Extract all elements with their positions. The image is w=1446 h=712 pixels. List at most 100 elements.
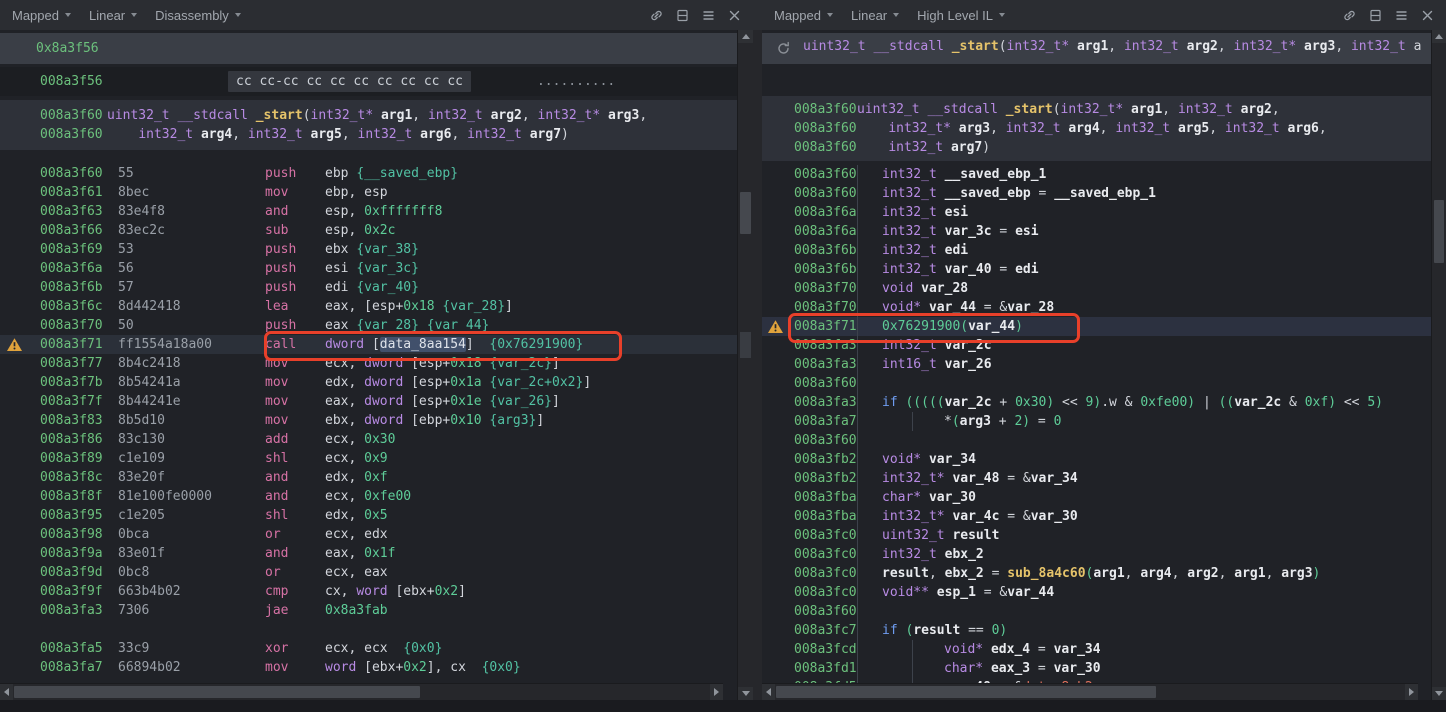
- view-mode-dropdown[interactable]: Mapped: [762, 8, 842, 23]
- scroll-down-arrow[interactable]: [738, 687, 753, 700]
- hlil-row[interactable]: 008a3fa3if (((((var_2c + 0x30) << 9).w &…: [762, 393, 1432, 412]
- hlil-row[interactable]: 008a3fa7*(arg3 + 2) = 0: [762, 412, 1432, 431]
- disassembly-row[interactable]: 008a3f71ff1554a18a00calldword [data_8aa1…: [0, 335, 738, 354]
- scrollbar-thumb[interactable]: [1434, 200, 1444, 263]
- sticky-function-header[interactable]: uint32_t __stdcall _start(int32_t* arg1,…: [762, 33, 1432, 64]
- split-view-icon[interactable]: [673, 6, 691, 24]
- disassembly-row[interactable]: 008a3f9d0bc8orecx, eax: [0, 563, 738, 582]
- disassembly-row[interactable]: 008a3f980bcaorecx, edx: [0, 525, 738, 544]
- disassembly-row[interactable]: [0, 620, 738, 639]
- hlil-row[interactable]: 008a3f70void var_28: [762, 279, 1432, 298]
- disassembly-row[interactable]: 008a3f8f81e100fe0000andecx, 0xfe00: [0, 487, 738, 506]
- disassembly-row[interactable]: 008a3f6c8d442418leaeax, [esp+0x18 {var_2…: [0, 297, 738, 316]
- hex-bytes-row[interactable]: 008a3f56 cc cc-cc cc cc cc cc cc cc cc .…: [0, 67, 738, 96]
- hlil-row[interactable]: 008a3fbachar* var_30: [762, 488, 1432, 507]
- hlil-row[interactable]: 008a3f60: [762, 431, 1432, 450]
- scroll-up-arrow[interactable]: [1432, 30, 1446, 43]
- disassembly-row[interactable]: 008a3f8c83e20fandedx, 0xf: [0, 468, 738, 487]
- layout-dropdown[interactable]: Linear: [842, 8, 908, 23]
- disassembly-row[interactable]: 008a3fa766894b02movword [ebx+0x2], cx {0…: [0, 658, 738, 677]
- disassembly-row[interactable]: 008a3f60 int32_t arg4, int32_t arg5, int…: [0, 125, 738, 144]
- hlil-row[interactable]: 008a3fc7if (result == 0): [762, 621, 1432, 640]
- horizontal-scrollbar[interactable]: [0, 683, 723, 700]
- disassembly-row[interactable]: 008a3f778b4c2418movecx, dword [esp+0x18 …: [0, 354, 738, 373]
- disassembly-row[interactable]: 008a3f6b57pushedi {var_40}: [0, 278, 738, 297]
- disassembly-row[interactable]: 008a3f7050pusheax {var_28} {var_44}: [0, 316, 738, 335]
- sticky-address-header[interactable]: 0x8a3f56: [0, 33, 738, 64]
- hlil-row[interactable]: 008a3f6bint32_t edi: [762, 241, 1432, 260]
- code-tokens: int16_t var_26: [857, 355, 1432, 374]
- hlil-row[interactable]: 008a3fc0int32_t ebx_2: [762, 545, 1432, 564]
- scrollbar-thumb[interactable]: [776, 686, 1156, 698]
- disassembly-row[interactable]: 008a3f7b8b54241amovedx, dword [esp+0x1a …: [0, 373, 738, 392]
- disassembly-row[interactable]: 008a3f60uint32_t __stdcall _start(int32_…: [0, 106, 738, 125]
- scroll-up-arrow[interactable]: [738, 30, 753, 43]
- hlil-row[interactable]: 008a3f60: [762, 374, 1432, 393]
- scroll-right-arrow[interactable]: [1405, 684, 1418, 700]
- hlil-row[interactable]: 008a3f60: [762, 602, 1432, 621]
- hlil-row[interactable]: 008a3fb2int32_t* var_48 = &var_34: [762, 469, 1432, 488]
- hlil-row[interactable]: 008a3fa3int16_t var_26: [762, 355, 1432, 374]
- disassembly-row[interactable]: 008a3f9a83e01fandeax, 0x1f: [0, 544, 738, 563]
- disassembly-row[interactable]: 008a3fa37306jae0x8a3fab: [0, 601, 738, 620]
- close-icon[interactable]: [1418, 6, 1436, 24]
- scroll-left-arrow[interactable]: [762, 684, 775, 700]
- hlil-row[interactable]: 008a3fd1char* eax_3 = var_30: [762, 659, 1432, 678]
- vertical-scrollbar[interactable]: [737, 30, 753, 700]
- hlil-row[interactable]: 008a3f60int32_t __saved_ebp_1: [762, 165, 1432, 184]
- hlil-row[interactable]: 008a3f60uint32_t __stdcall _start(int32_…: [762, 100, 1432, 119]
- scroll-down-arrow[interactable]: [1432, 687, 1446, 700]
- vertical-scrollbar[interactable]: [1431, 30, 1446, 700]
- hlil-row[interactable]: 008a3f710x76291900(var_44): [762, 317, 1432, 336]
- hlil-row[interactable]: 008a3f60 int32_t arg7): [762, 138, 1432, 157]
- split-view-icon[interactable]: [1366, 6, 1384, 24]
- address: 008a3f6b: [794, 241, 857, 260]
- disassembly-row[interactable]: 008a3f838b5d10movebx, dword [ebp+0x10 {a…: [0, 411, 738, 430]
- hlil-row[interactable]: 008a3f70void* var_44 = &var_28: [762, 298, 1432, 317]
- hlil-row[interactable]: 008a3f60 int32_t* arg3, int32_t arg4, in…: [762, 119, 1432, 138]
- hlil-row[interactable]: 008a3fcdvoid* edx_4 = var_34: [762, 640, 1432, 659]
- il-level-dropdown[interactable]: High Level IL: [908, 8, 1014, 23]
- hlil-row[interactable]: 008a3f60int32_t __saved_ebp = __saved_eb…: [762, 184, 1432, 203]
- disassembly-row[interactable]: 008a3f6953pushebx {var_38}: [0, 240, 738, 259]
- disassembly-row[interactable]: 008a3fa533c9xorecx, ecx {0x0}: [0, 639, 738, 658]
- hlil-row[interactable]: 008a3fc0result, ebx_2 = sub_8a4c60(arg1,…: [762, 564, 1432, 583]
- close-icon[interactable]: [725, 6, 743, 24]
- scroll-right-arrow[interactable]: [710, 684, 723, 700]
- hlil-row[interactable]: 008a3f6aint32_t var_3c = esi: [762, 222, 1432, 241]
- il-level-dropdown[interactable]: Disassembly: [146, 8, 250, 23]
- hlil-row[interactable]: 008a3fb2void* var_34: [762, 450, 1432, 469]
- disassembly-row[interactable]: 008a3f6383e4f8andesp, 0xfffffff8: [0, 202, 738, 221]
- code-tokens: int32_t* var_4c = &var_30: [857, 507, 1432, 526]
- refresh-icon[interactable]: [776, 41, 791, 56]
- scroll-left-arrow[interactable]: [0, 684, 13, 700]
- disassembly-row[interactable]: 008a3f89c1e109shlecx, 0x9: [0, 449, 738, 468]
- hlil-row[interactable]: 008a3f6bint32_t var_40 = edi: [762, 260, 1432, 279]
- disassembly-row[interactable]: 008a3f95c1e205shledx, 0x5: [0, 506, 738, 525]
- disassembly-row[interactable]: 008a3f618becmovebp, esp: [0, 183, 738, 202]
- disassembly-row[interactable]: 008a3f6a56pushesi {var_3c}: [0, 259, 738, 278]
- disassembly-row[interactable]: 008a3f6683ec2csubesp, 0x2c: [0, 221, 738, 240]
- pane-splitter[interactable]: [753, 0, 762, 712]
- horizontal-scrollbar[interactable]: [762, 683, 1418, 700]
- menu-icon[interactable]: [699, 6, 717, 24]
- hlil-row[interactable]: 008a3fa3int32_t var_2c: [762, 336, 1432, 355]
- menu-icon[interactable]: [1392, 6, 1410, 24]
- scrollbar-thumb[interactable]: [14, 686, 420, 698]
- hlil-row[interactable]: 008a3fc0void** esp_1 = &var_44: [762, 583, 1432, 602]
- view-mode-dropdown[interactable]: Mapped: [0, 8, 80, 23]
- code-tokens: eax {var_28} {var_44}: [325, 316, 738, 335]
- disassembly-row[interactable]: 008a3f6055pushebp {__saved_ebp}: [0, 164, 738, 183]
- hlil-row[interactable]: 008a3fc0uint32_t result: [762, 526, 1432, 545]
- hlil-row[interactable]: 008a3fbaint32_t* var_4c = &var_30: [762, 507, 1432, 526]
- disassembly-row[interactable]: 008a3f7f8b44241emoveax, dword [esp+0x1e …: [0, 392, 738, 411]
- hlil-row[interactable]: 008a3f6aint32_t esi: [762, 203, 1432, 222]
- scrollbar-thumb[interactable]: [740, 192, 751, 234]
- link-icon[interactable]: [647, 6, 665, 24]
- disassembly-row[interactable]: 008a3f9f663b4b02cmpcx, word [ebx+0x2]: [0, 582, 738, 601]
- instruction-bytes: 7306: [118, 601, 265, 620]
- link-icon[interactable]: [1340, 6, 1358, 24]
- warning-icon: [0, 337, 28, 352]
- layout-dropdown[interactable]: Linear: [80, 8, 146, 23]
- disassembly-row[interactable]: 008a3f8683c130addecx, 0x30: [0, 430, 738, 449]
